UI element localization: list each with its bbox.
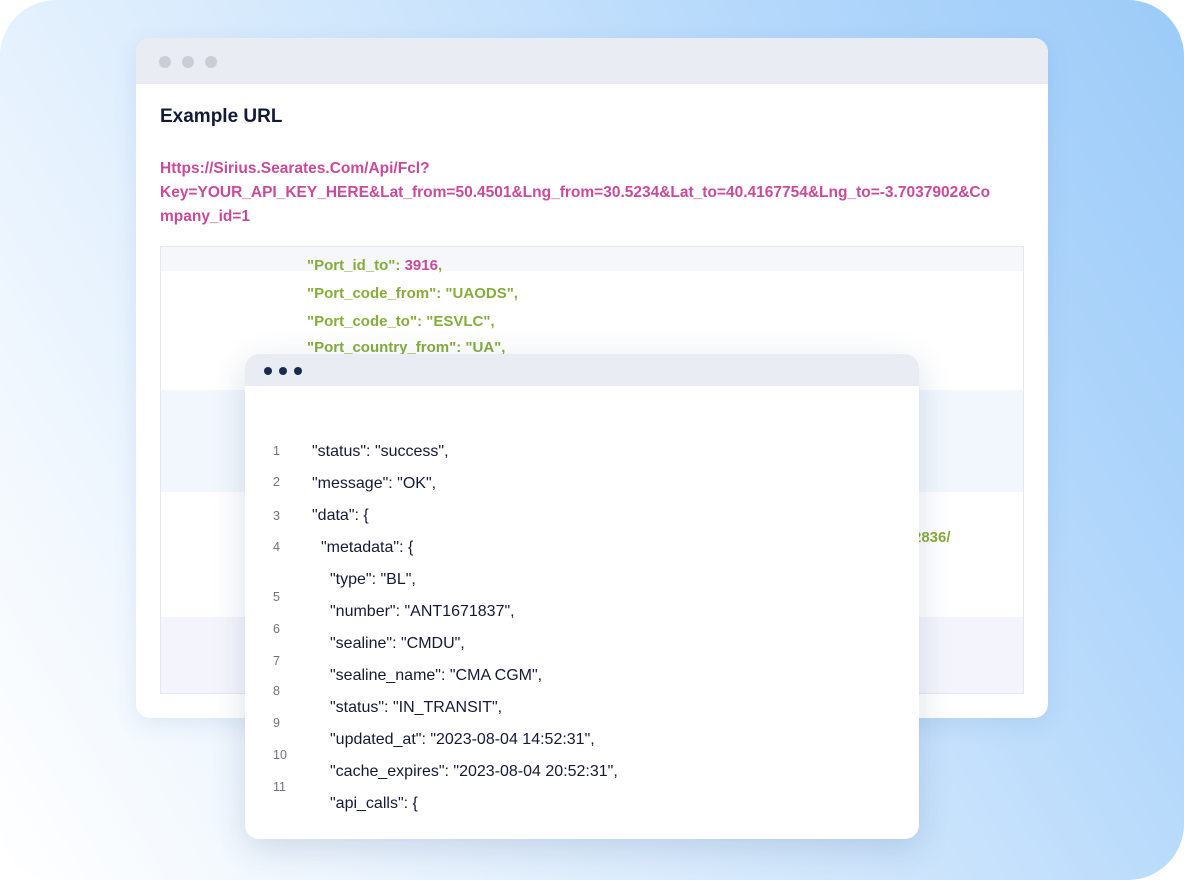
line-number: 8 — [273, 684, 280, 698]
code-line: "status": "success", — [312, 443, 449, 460]
window-dot-icon[interactable] — [159, 56, 171, 68]
code-line: "Port_code_from": "UAODS", — [307, 285, 518, 302]
window-dot-icon[interactable] — [264, 367, 272, 375]
window-dot-icon[interactable] — [279, 367, 287, 375]
line-number: 6 — [273, 622, 280, 636]
json-key: "Port_code_to": "ESVLC", — [307, 313, 495, 330]
window-controls — [264, 367, 302, 375]
code-line: "metadata": { — [321, 539, 414, 556]
code-line: "type": "BL", — [330, 571, 416, 588]
line-number: 5 — [273, 590, 280, 604]
line-number: 7 — [273, 654, 280, 668]
line-number: 10 — [273, 748, 287, 762]
code-line: "status": "IN_TRANSIT", — [330, 699, 503, 716]
line-number: 9 — [273, 716, 280, 730]
json-number: 3916 — [404, 257, 438, 274]
code-line: "message": "OK", — [312, 475, 437, 492]
example-url-title: Example URL — [160, 106, 283, 127]
url-line[interactable]: mpany_id=1 — [160, 205, 1030, 229]
window-dot-icon[interactable] — [294, 367, 302, 375]
code-line: "sealine_name": "CMA CGM", — [330, 667, 543, 684]
window-title-bar — [245, 354, 919, 386]
json-key: "Port_code_from": "UAODS", — [307, 285, 518, 302]
window-dot-icon[interactable] — [205, 56, 217, 68]
code-line: "sealine": "CMDU", — [330, 635, 465, 652]
line-number: 2 — [273, 475, 280, 489]
line-number: 4 — [273, 540, 280, 554]
line-number: 11 — [273, 780, 286, 794]
line-number: 1 — [273, 444, 280, 458]
code-line: "updated_at": "2023-08-04 14:52:31", — [330, 731, 595, 748]
code-row-band — [161, 247, 1023, 271]
window-dot-icon[interactable] — [182, 56, 194, 68]
code-line: "Port_id_to": 3916, — [307, 257, 442, 274]
window-controls — [159, 56, 217, 68]
code-line: "number": "ANT1671837", — [330, 603, 515, 620]
code-line: "data": { — [312, 507, 369, 524]
json-response-window: 1 2 3 4 5 6 7 8 9 10 11 "status": "succe… — [245, 354, 919, 839]
window-title-bar — [136, 38, 1048, 84]
json-punct: , — [437, 257, 443, 274]
code-line: "cache_expires": "2023-08-04 20:52:31", — [330, 763, 618, 780]
url-line[interactable]: Https://Sirius.Searates.Com/Api/Fcl? — [160, 157, 1030, 181]
example-url-text[interactable]: Https://Sirius.Searates.Com/Api/Fcl? Key… — [160, 157, 1030, 229]
code-line: "Port_code_to": "ESVLC", — [307, 313, 495, 330]
json-key: "Port_id_to": — [307, 257, 405, 274]
url-line[interactable]: Key=YOUR_API_KEY_HERE&Lat_from=50.4501&L… — [160, 181, 1030, 205]
code-line: "api_calls": { — [330, 795, 418, 812]
line-number: 3 — [273, 509, 280, 523]
